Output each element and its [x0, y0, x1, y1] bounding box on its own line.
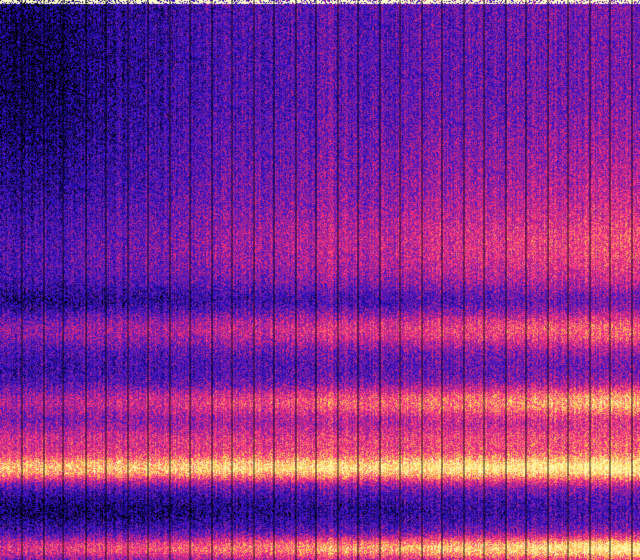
spectrogram-image [0, 0, 640, 560]
